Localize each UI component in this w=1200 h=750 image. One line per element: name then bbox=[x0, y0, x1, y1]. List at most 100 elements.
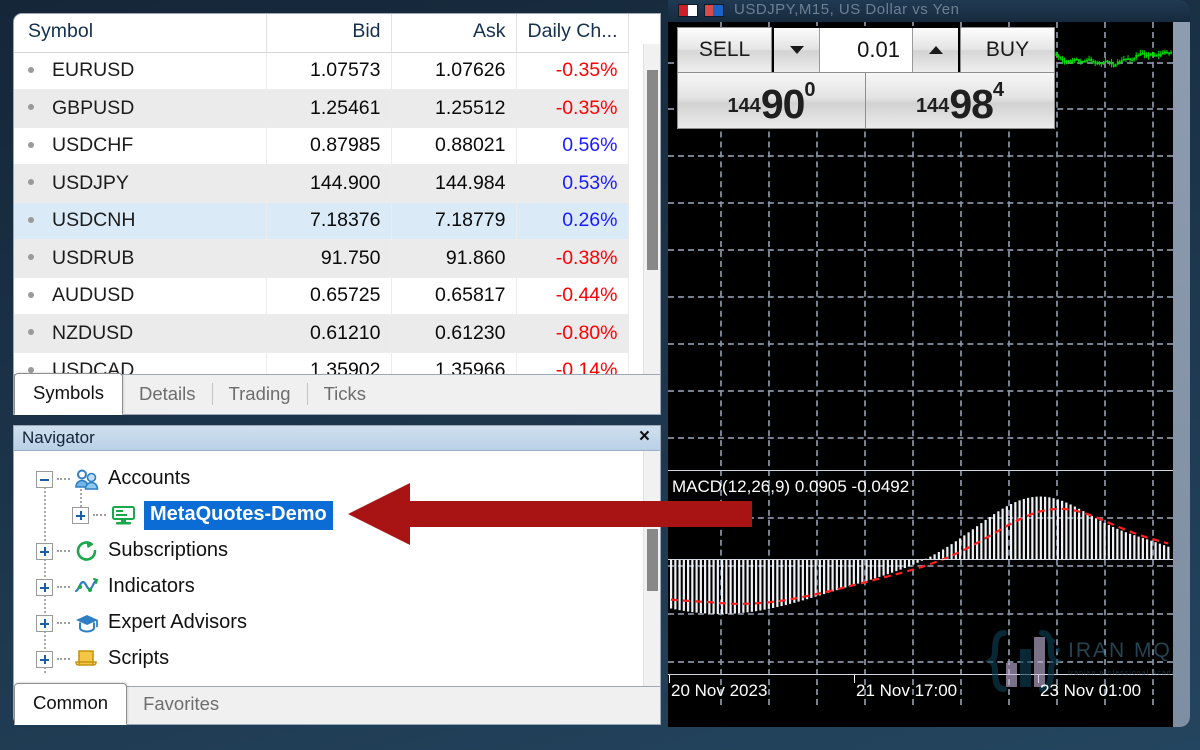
tab-favorites[interactable]: Favorites bbox=[127, 685, 235, 724]
tree-item-scripts[interactable]: Scripts bbox=[14, 641, 660, 677]
cell-bid: 0.87985 bbox=[266, 127, 392, 165]
cell-bid: 7.18376 bbox=[266, 202, 392, 240]
tree-item-indicators[interactable]: Indicators bbox=[14, 569, 660, 605]
scrollbar-thumb[interactable] bbox=[647, 529, 658, 591]
status-dot-icon bbox=[28, 179, 34, 186]
table-row[interactable]: NZDUSD 0.61210 0.61230 -0.80% bbox=[14, 314, 629, 353]
cell-ask: 0.65817 bbox=[391, 277, 517, 315]
scrollbar-thumb[interactable] bbox=[647, 70, 658, 270]
collapse-icon[interactable] bbox=[36, 470, 53, 488]
cell-symbol: AUDUSD bbox=[14, 277, 267, 315]
accounts-icon bbox=[74, 467, 100, 491]
volume-decrease-button[interactable] bbox=[774, 28, 820, 72]
price-scale[interactable] bbox=[1173, 22, 1190, 727]
tree-dots bbox=[57, 622, 70, 624]
tab-details[interactable]: Details bbox=[123, 375, 212, 414]
cell-bid: 144.900 bbox=[266, 164, 392, 203]
expand-icon[interactable] bbox=[36, 542, 53, 560]
gridline bbox=[668, 437, 1173, 439]
gridline bbox=[668, 202, 1173, 204]
macd-indicator-label: MACD(12,26,9) 0.0905 -0.0492 bbox=[672, 477, 910, 496]
tab-trading[interactable]: Trading bbox=[213, 375, 307, 414]
subscriptions-icon bbox=[74, 539, 100, 563]
cell-change: -0.44% bbox=[516, 277, 629, 315]
cell-ask: 144.984 bbox=[391, 164, 517, 203]
chart-titlebar[interactable]: USDJPY,M15, US Dollar vs Yen bbox=[668, 0, 1190, 24]
tree-item-accounts[interactable]: Accounts bbox=[14, 461, 660, 497]
cell-change: 0.56% bbox=[516, 127, 629, 165]
tree-connector bbox=[44, 479, 46, 673]
column-header-bid[interactable]: Bid bbox=[266, 14, 392, 53]
tree-item-expert-advisors[interactable]: Expert Advisors bbox=[14, 605, 660, 641]
cell-bid: 1.35902 bbox=[266, 352, 392, 374]
table-row[interactable]: USDRUB 91.750 91.860 -0.38% bbox=[14, 239, 629, 278]
tree-item-metaquotes-demo[interactable]: MetaQuotes-Demo bbox=[14, 497, 660, 533]
cell-ask: 0.88021 bbox=[391, 127, 517, 165]
expand-icon[interactable] bbox=[72, 506, 89, 524]
status-dot-icon bbox=[28, 254, 34, 261]
cell-bid: 1.07573 bbox=[266, 52, 392, 90]
cell-ask: 91.860 bbox=[391, 239, 517, 278]
chart-title: USDJPY,M15, US Dollar vs Yen bbox=[734, 1, 960, 18]
flag-icon bbox=[704, 4, 724, 17]
table-row[interactable]: USDCAD 1.35902 1.35966 -0.14% bbox=[14, 352, 629, 374]
column-header-symbol[interactable]: Symbol bbox=[14, 14, 267, 53]
gridline bbox=[668, 249, 1173, 251]
sell-price-whole: 144 bbox=[727, 95, 761, 117]
table-row[interactable]: USDJPY 144.900 144.984 0.53% bbox=[14, 164, 629, 203]
gridline bbox=[668, 390, 1173, 392]
tree-dots bbox=[57, 478, 70, 480]
server-icon bbox=[110, 503, 136, 527]
sell-button[interactable]: SELL bbox=[677, 27, 772, 73]
expand-icon[interactable] bbox=[36, 578, 53, 596]
status-dot-icon bbox=[28, 291, 34, 298]
cell-symbol: EURUSD bbox=[14, 52, 267, 90]
table-row[interactable]: AUDUSD 0.65725 0.65817 -0.44% bbox=[14, 277, 629, 315]
status-dot-icon bbox=[28, 104, 34, 111]
tab-ticks[interactable]: Ticks bbox=[308, 375, 382, 414]
chevron-up-icon bbox=[928, 46, 943, 54]
cell-change: -0.14% bbox=[516, 352, 629, 374]
expand-icon[interactable] bbox=[36, 614, 53, 632]
market-watch-scrollbar[interactable] bbox=[643, 44, 660, 374]
one-click-trading-panel: SELL 0.01 BUY 144 90 0 144 98 4 bbox=[677, 26, 1055, 129]
sell-price-fraction: 0 bbox=[804, 79, 816, 101]
buy-button[interactable]: BUY bbox=[960, 27, 1055, 73]
cell-ask: 1.25512 bbox=[391, 89, 517, 128]
column-header-ask[interactable]: Ask bbox=[391, 14, 517, 53]
date-label: 21 Nov 17:00 bbox=[856, 681, 958, 700]
tab-symbols[interactable]: Symbols bbox=[14, 373, 123, 415]
status-dot-icon bbox=[28, 216, 34, 223]
cell-bid: 1.25461 bbox=[266, 89, 392, 128]
cell-symbol: USDCNH bbox=[14, 202, 267, 240]
cell-symbol: USDRUB bbox=[14, 239, 267, 278]
table-row[interactable]: USDCHF 0.87985 0.88021 0.56% bbox=[14, 127, 629, 165]
tree-item-subscriptions[interactable]: Subscriptions bbox=[14, 533, 660, 569]
expand-icon[interactable] bbox=[36, 650, 53, 668]
navigator-scrollbar[interactable] bbox=[643, 451, 660, 686]
subwindow-separator bbox=[668, 470, 1173, 471]
buy-price-whole: 144 bbox=[915, 95, 950, 117]
cell-change: 0.26% bbox=[516, 202, 629, 240]
tab-common[interactable]: Common bbox=[14, 683, 128, 725]
volume-increase-button[interactable] bbox=[912, 28, 958, 72]
cell-bid: 0.61210 bbox=[266, 314, 392, 353]
table-row[interactable]: USDCNH 7.18376 7.18779 0.26% bbox=[14, 202, 629, 240]
cell-bid: 91.750 bbox=[266, 239, 392, 278]
sell-price-box[interactable]: 144 90 0 bbox=[677, 72, 866, 129]
one-click-top-row: SELL 0.01 BUY bbox=[677, 26, 1055, 74]
left-column: Symbol Bid Ask Daily Ch... EURUSD 1.0757… bbox=[13, 13, 661, 725]
gridline bbox=[668, 661, 1173, 663]
buy-price-box[interactable]: 144 98 4 bbox=[866, 72, 1055, 129]
cell-change: -0.35% bbox=[516, 89, 629, 128]
column-header-daily-change[interactable]: Daily Ch... bbox=[516, 14, 629, 53]
table-row[interactable]: GBPUSD 1.25461 1.25512 -0.35% bbox=[14, 89, 629, 128]
volume-stepper[interactable]: 0.01 bbox=[772, 26, 960, 74]
sell-price-big: 90 bbox=[760, 81, 806, 128]
svg-text:IRAN MQL: IRAN MQL bbox=[1068, 639, 1173, 662]
navigator-header: Navigator × bbox=[14, 426, 660, 451]
table-row[interactable]: EURUSD 1.07573 1.07626 -0.35% bbox=[14, 52, 629, 90]
close-icon[interactable]: × bbox=[635, 427, 654, 449]
tree-item-label: Scripts bbox=[108, 646, 170, 669]
volume-input[interactable]: 0.01 bbox=[820, 28, 912, 72]
